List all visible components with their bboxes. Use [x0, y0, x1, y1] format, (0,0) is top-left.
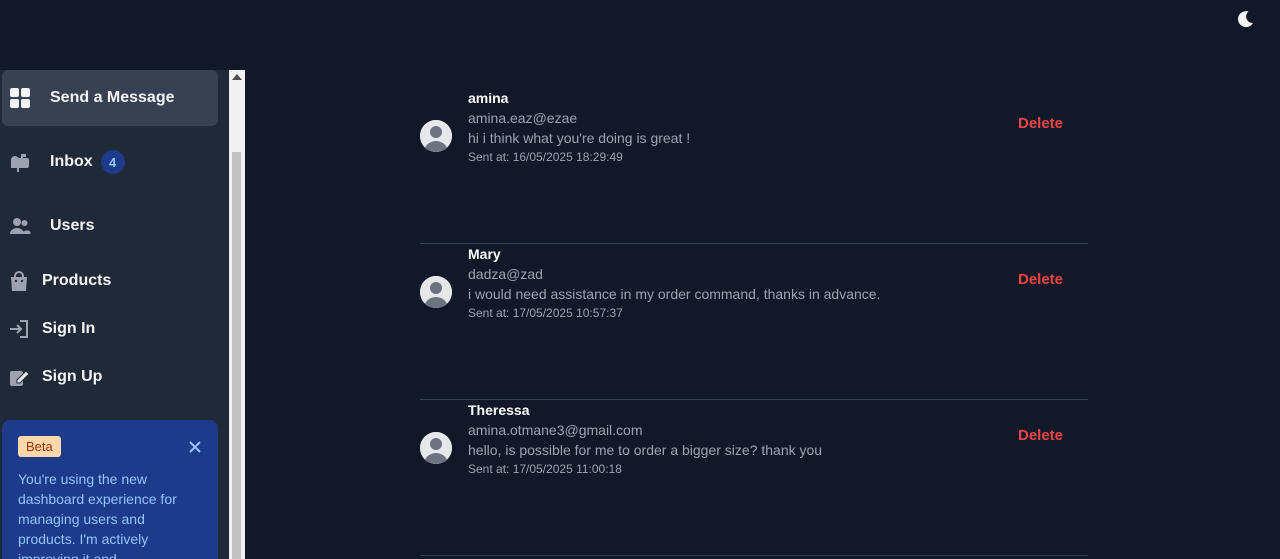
sidebar: Send a Message Inbox 4 Users Products Si…	[0, 70, 229, 559]
grid-icon	[9, 87, 31, 109]
message-body: Theressa amina.otmane3@gmail.com hello, …	[468, 400, 822, 478]
sidebar-scrollbar[interactable]	[229, 70, 245, 559]
message-item: Theressa amina.otmane3@gmail.com hello, …	[420, 400, 1088, 556]
sign-in-icon	[8, 318, 30, 340]
shopping-bag-icon	[8, 270, 30, 292]
sent-timestamp: Sent at: 17/05/2025 11:00:18	[468, 462, 622, 476]
sidebar-item-users[interactable]: Users	[2, 198, 218, 254]
message-item: Mary dadza@zad i would need assistance i…	[420, 244, 1088, 400]
sender-name: Theressa	[468, 402, 530, 418]
sidebar-item-sign-up[interactable]: Sign Up	[2, 349, 218, 405]
sender-name: Mary	[468, 246, 501, 262]
sidebar-item-label: Sign Up	[42, 368, 103, 385]
sent-timestamp: Sent at: 17/05/2025 10:57:37	[468, 306, 623, 320]
message-text: hi i think what you're doing is great !	[468, 130, 691, 146]
delete-button[interactable]: Delete	[1018, 114, 1063, 134]
users-icon	[9, 215, 31, 237]
message-text: i would need assistance in my order comm…	[468, 286, 881, 302]
avatar	[420, 120, 452, 152]
delete-button[interactable]: Delete	[1018, 426, 1063, 446]
message-body: amina amina.eaz@ezae hi i think what you…	[468, 88, 690, 166]
scrollbar-thumb[interactable]	[232, 152, 241, 559]
message-body: Mary dadza@zad i would need assistance i…	[468, 244, 880, 322]
sent-timestamp: Sent at: 16/05/2025 18:29:49	[468, 150, 623, 164]
delete-button[interactable]: Delete	[1018, 270, 1063, 290]
beta-notice-text: You're using the new dashboard experienc…	[18, 471, 177, 559]
mailbox-icon	[9, 151, 31, 173]
message-text: hello, is possible for me to order a big…	[468, 442, 823, 458]
sidebar-item-inbox[interactable]: Inbox 4	[2, 134, 218, 190]
message-item: amina amina.eaz@ezae hi i think what you…	[420, 88, 1088, 244]
sidebar-item-label: Send a Message	[50, 89, 175, 106]
sender-email: amina.otmane3@gmail.com	[468, 422, 643, 438]
beta-badge: Beta	[18, 436, 61, 457]
sender-name: amina	[468, 90, 509, 106]
dark-mode-toggle[interactable]	[1234, 8, 1256, 30]
sidebar-item-send-message[interactable]: Send a Message	[2, 70, 218, 126]
sidebar-item-label: Inbox	[50, 153, 93, 170]
divider	[420, 555, 1088, 556]
sender-email: amina.eaz@ezae	[468, 110, 578, 126]
sidebar-item-label: Products	[42, 272, 112, 289]
avatar	[420, 276, 452, 308]
sign-up-icon	[8, 366, 30, 388]
avatar	[420, 432, 452, 464]
scroll-up-arrow-icon[interactable]	[232, 74, 242, 80]
sender-email: dadza@zad	[468, 266, 543, 282]
sidebar-item-label: Sign In	[42, 320, 96, 337]
close-icon[interactable]	[188, 440, 202, 454]
sidebar-item-label: Users	[50, 217, 95, 234]
beta-notice: Beta You're using the new dashboard expe…	[2, 420, 218, 559]
moon-icon	[1238, 11, 1253, 28]
app: Send a Message Inbox 4 Users Products Si…	[0, 0, 1280, 559]
inbox-count-badge: 4	[100, 150, 125, 174]
